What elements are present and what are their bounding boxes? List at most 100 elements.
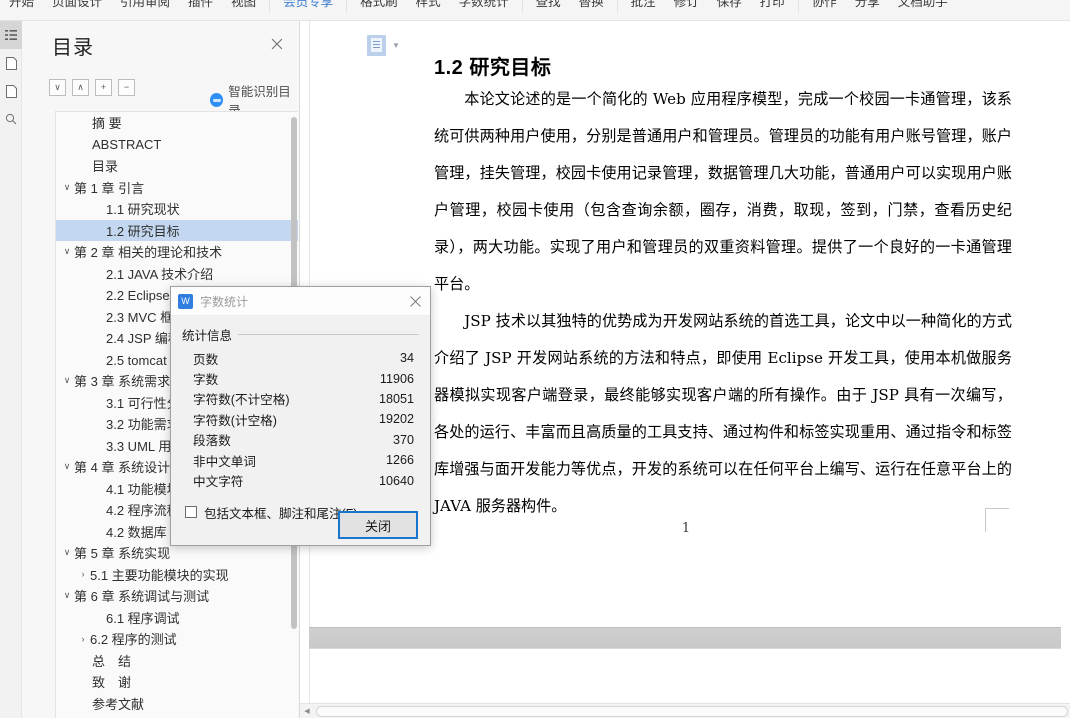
collapse-down-button[interactable]: ∨ — [49, 79, 66, 96]
ribbon-separator — [346, 0, 348, 13]
toc-item[interactable]: 参考文献 — [56, 693, 298, 715]
ribbon-item[interactable]: 样式 — [407, 0, 450, 17]
horizontal-scrollbar-thumb[interactable] — [316, 705, 1068, 717]
rail-search-icon[interactable] — [0, 105, 22, 133]
chevron-down-icon[interactable]: ∨ — [60, 461, 74, 472]
ribbon-separator — [269, 0, 271, 13]
toc-item[interactable]: 总 结 — [56, 650, 298, 672]
stat-label: 页数 — [193, 352, 219, 367]
document-paragraph-2: JSP 技术以其独特的优势成为开发网站系统的首选工具，论文中以一种简化的方式介绍… — [434, 312, 1012, 515]
ribbon-item[interactable]: 视图 — [222, 0, 265, 17]
toc-item[interactable]: ∨ 第 1 章 引言 — [56, 177, 298, 199]
toc-item[interactable]: 2.1 JAVA 技术介绍 — [56, 263, 298, 285]
ribbon-item[interactable]: 分享 — [846, 0, 889, 17]
stat-label: 非中文单词 — [193, 454, 256, 469]
rail-bookmark-icon[interactable] — [0, 77, 22, 105]
stat-value: 370 — [392, 432, 414, 447]
toc-item[interactable]: ABSTRACT — [56, 134, 298, 156]
stat-label: 字符数(计空格) — [193, 413, 277, 428]
toc-item-label: 致 谢 — [92, 675, 132, 691]
stat-label: 段落数 — [193, 434, 231, 449]
ribbon-item[interactable]: 引用审阅 — [111, 0, 179, 17]
ribbon-item[interactable]: 替换 — [570, 0, 613, 17]
toc-item-label: ABSTRACT — [92, 136, 162, 152]
page-corner-mark — [985, 508, 1009, 532]
stat-row: 字数 11906 — [182, 368, 419, 388]
toc-item[interactable]: 目录 — [56, 155, 298, 177]
toc-item[interactable]: 6.1 程序调试 — [56, 607, 298, 629]
toc-item-label: 第 5 章 系统实现 — [74, 546, 171, 562]
ribbon-item[interactable]: 开始 — [0, 0, 43, 17]
ribbon-toolbar: 开始 页面设计 引用审阅 插件 视图 会员专享 格式刷 样式 字数统计 查找 替换 批注 修订 保存 打印协… — [0, 0, 1070, 21]
toc-item-label: 2.1 JAVA 技术介绍 — [106, 266, 214, 282]
ribbon-item[interactable]: 保存 — [708, 0, 751, 17]
toc-item[interactable]: 1.2 研究目标 — [56, 219, 298, 241]
smart-toc-icon — [210, 93, 224, 107]
toc-item-label: 1.2 研究目标 — [106, 223, 180, 239]
toc-item-label: 6.2 程序的测试 — [90, 632, 177, 648]
toc-item[interactable]: › 5.1 主要功能模块的实现 — [56, 564, 298, 586]
ribbon-item[interactable]: 查找 — [527, 0, 570, 17]
chevron-down-icon[interactable]: ∨ — [60, 246, 74, 257]
toc-item[interactable]: 致 谢 — [56, 671, 298, 693]
stats-group-header: 统计信息 — [182, 325, 419, 344]
ribbon-item[interactable]: 页面设计 — [43, 0, 111, 17]
collapse-all-button[interactable]: − — [118, 79, 135, 96]
toc-item-label: 摘 要 — [92, 116, 122, 132]
ribbon-item[interactable]: 协作 — [803, 0, 846, 17]
ribbon-item[interactable]: 插件 — [179, 0, 222, 17]
ribbon-item[interactable]: 格式刷 — [351, 0, 407, 17]
document-paragraph-1: 本论文论述的是一个简化的 Web 应用程序模型，完成一个校园一卡通管理，该系统可… — [434, 90, 1012, 293]
stats-list: 页数 34 字数 11906 字符数(不计空格) 18051 字符数(计空格) 19202 段落… — [182, 348, 419, 491]
ribbon-item[interactable]: 批注 — [622, 0, 665, 17]
ribbon-separator — [616, 0, 618, 13]
ribbon-separator — [797, 0, 799, 13]
toc-item[interactable]: ∨ 第 2 章 相关的理论和技术 — [56, 241, 298, 263]
toc-close-icon[interactable] — [268, 35, 286, 53]
document-page-2 — [309, 649, 1061, 711]
toc-item[interactable]: 1.1 研究现状 — [56, 198, 298, 220]
page-break-gap — [309, 627, 1061, 649]
toc-item[interactable]: ∨ 第 6 章 系统调试与测试 — [56, 585, 298, 607]
ribbon-item[interactable]: 字数统计 — [450, 0, 518, 17]
chevron-down-icon[interactable]: ∨ — [60, 182, 74, 193]
ribbon-item[interactable]: 文档助手 — [889, 0, 957, 17]
toc-item[interactable]: › 6.2 程序的测试 — [56, 628, 298, 650]
wps-logo-icon — [178, 293, 193, 309]
expand-all-button[interactable]: + — [95, 79, 112, 96]
chevron-down-icon[interactable]: ▼ — [392, 41, 400, 50]
chevron-down-icon[interactable]: ∨ — [60, 590, 74, 601]
stat-value: 10640 — [378, 473, 414, 488]
toc-panel-title: 目录 — [52, 37, 94, 59]
dialog-titlebar[interactable]: 字数统计 — [171, 287, 430, 316]
stat-row: 中文字符 10640 — [182, 470, 419, 490]
rail-page-thumbnail-icon[interactable] — [0, 49, 22, 77]
scroll-left-icon[interactable]: ◀ — [300, 707, 314, 715]
left-icon-rail — [0, 21, 22, 718]
ribbon-separator — [521, 0, 523, 13]
stat-label: 中文字符 — [193, 475, 244, 490]
dialog-close-icon[interactable] — [404, 290, 426, 312]
chevron-down-icon[interactable]: ∨ — [60, 547, 74, 558]
ribbon-item[interactable]: 会员专享 — [274, 0, 342, 17]
chevron-right-icon[interactable]: › — [76, 569, 90, 579]
paste-options-button[interactable]: ▼ — [367, 35, 400, 56]
chevron-right-icon[interactable]: › — [76, 634, 90, 644]
toc-item-label: 6.1 程序调试 — [106, 610, 180, 626]
toc-item-label: 第 6 章 系统调试与测试 — [74, 589, 210, 605]
ribbon-item[interactable]: 修订 — [665, 0, 708, 17]
stat-value: 34 — [399, 351, 414, 366]
collapse-up-button[interactable]: ∧ — [72, 79, 89, 96]
toc-item[interactable]: 摘 要 — [56, 112, 298, 134]
stat-value: 11906 — [379, 371, 414, 386]
horizontal-scrollbar[interactable]: ◀ — [300, 703, 1070, 718]
dialog-close-button[interactable]: 关闭 — [338, 511, 418, 539]
chevron-down-icon[interactable]: ∨ — [60, 375, 74, 386]
ribbon-item[interactable]: 打印 — [751, 0, 794, 17]
toc-item-label: 1.1 研究现状 — [106, 202, 180, 218]
rail-toc-icon[interactable] — [0, 21, 22, 49]
include-textbox-checkbox[interactable] — [185, 506, 197, 519]
stat-row: 非中文单词 1266 — [182, 450, 419, 470]
toc-item-label: 5.1 主要功能模块的实现 — [90, 567, 229, 583]
document-body: 本论文论述的是一个简化的 Web 应用程序模型，完成一个校园一卡通管理，该系统可… — [434, 81, 1012, 525]
